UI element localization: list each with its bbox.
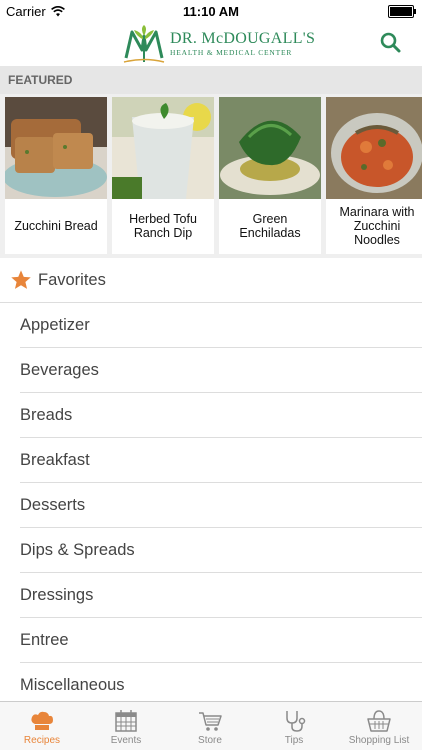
list-item[interactable]: Desserts <box>20 483 422 528</box>
tab-store[interactable]: Store <box>168 702 252 750</box>
list-item[interactable]: Dips & Spreads <box>20 528 422 573</box>
featured-title: Zucchini Bread <box>14 219 98 233</box>
category-label: Desserts <box>20 495 86 514</box>
category-label: Dressings <box>20 585 94 604</box>
featured-title: Marinara with Zucchini Noodles <box>339 205 415 247</box>
green-enchiladas-photo <box>219 97 321 199</box>
featured-label: FEATURED <box>8 73 73 87</box>
stethoscope-icon <box>286 711 306 732</box>
list-item[interactable]: Breakfast <box>20 438 422 483</box>
list-item[interactable]: Beverages <box>20 348 422 393</box>
category-label: Appetizer <box>20 315 90 334</box>
category-label: Entree <box>20 630 69 649</box>
list-item[interactable]: Miscellaneous <box>20 663 422 702</box>
tab-label: Tips <box>284 735 304 746</box>
basket-icon <box>367 710 391 732</box>
list-item[interactable]: Entree <box>20 618 422 663</box>
tab-tips[interactable]: Tips <box>252 702 336 750</box>
list-item[interactable]: Appetizer <box>20 303 422 348</box>
tab-label: Store <box>198 735 222 746</box>
category-label: Breads <box>20 405 73 424</box>
cart-icon <box>199 712 222 731</box>
calendar-icon <box>115 710 137 732</box>
featured-title: Green Enchiladas <box>239 212 301 240</box>
tab-recipes[interactable]: Recipes <box>0 702 84 750</box>
status-bar: Carrier 11:10 AM <box>0 0 422 22</box>
star-icon <box>11 270 31 289</box>
zucchini-bread-photo <box>5 97 107 199</box>
featured-card-marinara-zucchini-noodles[interactable]: Marinara with Zucchini Noodles <box>326 97 422 254</box>
featured-card-zucchini-bread[interactable]: Zucchini Bread <box>5 97 107 254</box>
favorites-label: Favorites <box>38 270 106 289</box>
category-label: Miscellaneous <box>20 675 125 694</box>
tab-bar: Recipes Events Store Tips Shopping List <box>0 701 422 750</box>
list-item-favorites[interactable]: Favorites <box>0 258 422 303</box>
tab-label: Events <box>110 735 142 746</box>
brand-name: DR. McDOUGALL'S <box>170 30 316 48</box>
category-label: Dips & Spreads <box>20 540 135 559</box>
search-icon[interactable] <box>378 30 404 56</box>
tab-label: Recipes <box>23 735 61 746</box>
category-label: Beverages <box>20 360 99 379</box>
ranch-dip-photo <box>112 97 214 199</box>
tab-shopping-list[interactable]: Shopping List <box>336 702 422 750</box>
category-label: Breakfast <box>20 450 90 469</box>
chef-hat-icon <box>31 711 53 730</box>
featured-card-herbed-tofu-ranch-dip[interactable]: Herbed Tofu Ranch Dip <box>112 97 214 254</box>
battery-icon <box>388 5 416 18</box>
nav-header: DR. McDOUGALL'S HEALTH & MEDICAL CENTER <box>0 22 422 66</box>
featured-carousel[interactable]: Zucchini Bread Herbed Tofu Ranch Dip Gre… <box>0 94 422 258</box>
marinara-noodles-photo <box>326 97 422 199</box>
brand-subtitle: HEALTH & MEDICAL CENTER <box>170 48 293 58</box>
tab-label: Shopping List <box>348 735 410 746</box>
tab-events[interactable]: Events <box>84 702 168 750</box>
featured-card-green-enchiladas[interactable]: Green Enchiladas <box>219 97 321 254</box>
clock: 11:10 AM <box>183 4 239 19</box>
logo-mark-icon <box>123 25 165 63</box>
category-list: Favorites Appetizer Beverages Breads Bre… <box>0 258 422 702</box>
list-item[interactable]: Dressings <box>20 573 422 618</box>
list-item[interactable]: Breads <box>20 393 422 438</box>
featured-title: Herbed Tofu Ranch Dip <box>129 212 197 240</box>
logo: DR. McDOUGALL'S HEALTH & MEDICAL CENTER <box>122 24 315 64</box>
featured-section-header: FEATURED <box>0 66 422 94</box>
